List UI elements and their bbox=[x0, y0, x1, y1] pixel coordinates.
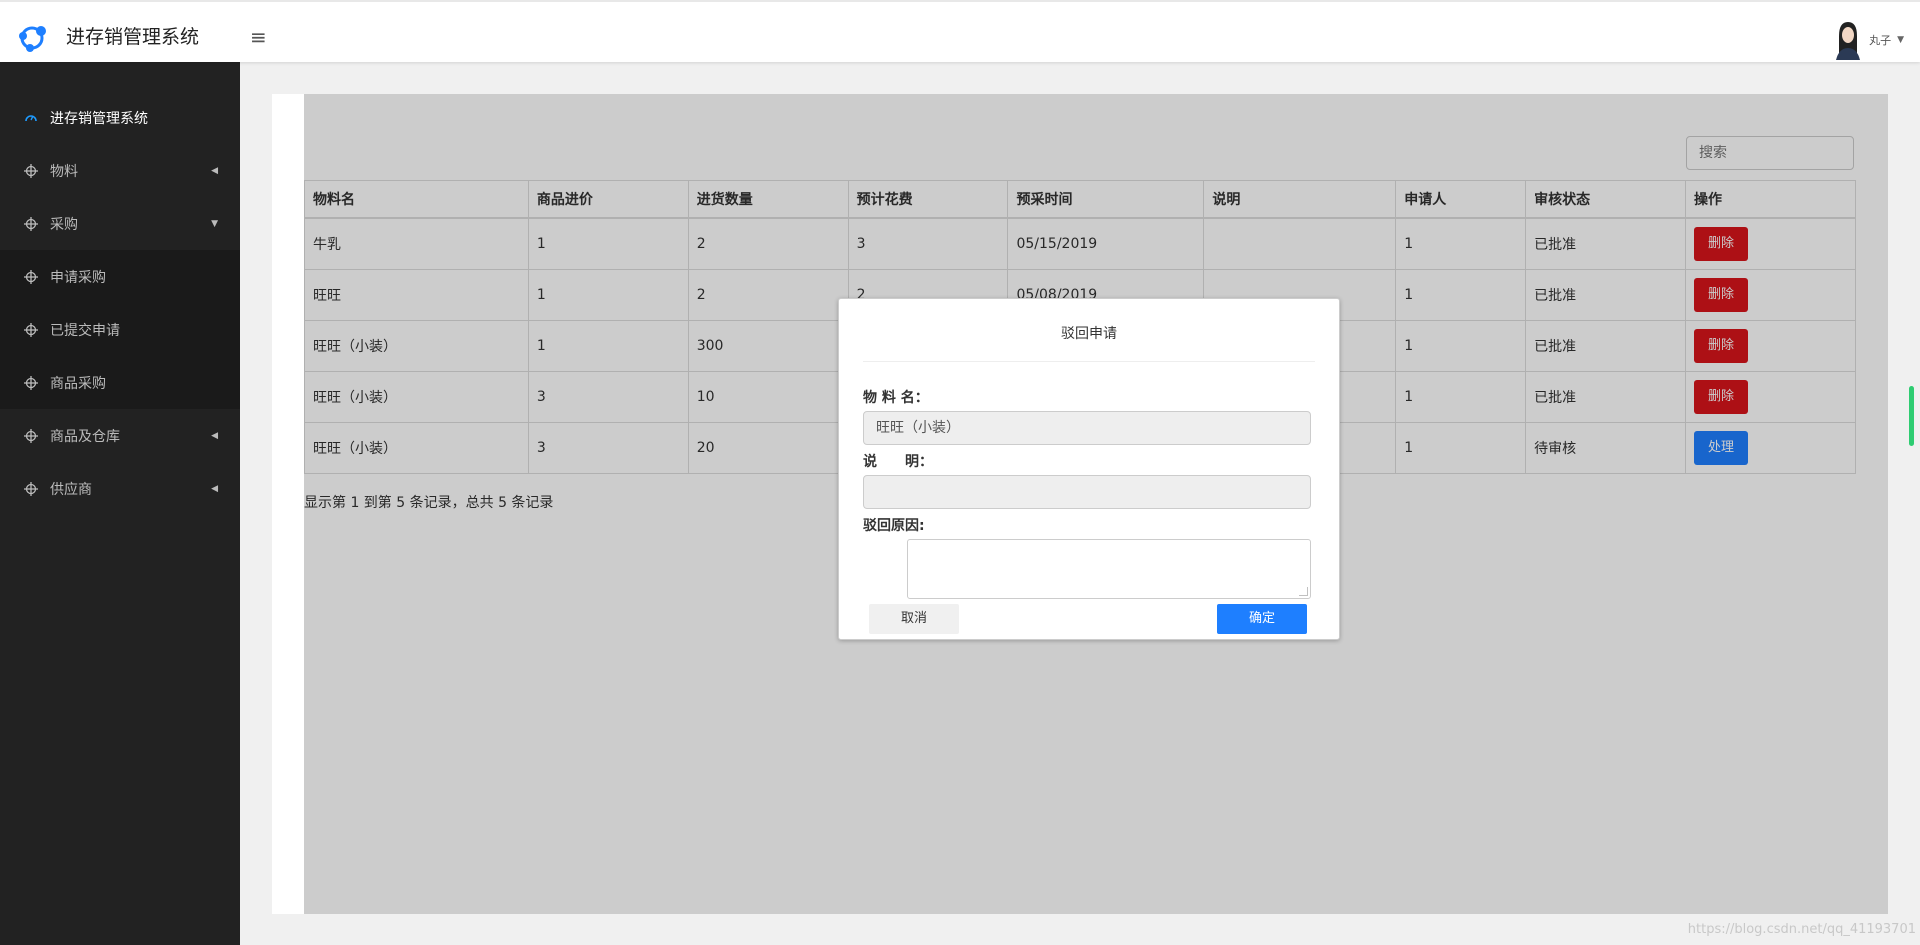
reason-textarea[interactable] bbox=[907, 539, 1311, 599]
app-title: 进存销管理系统 bbox=[66, 26, 200, 48]
sidebar-item-material[interactable]: 物料 ◀ bbox=[0, 144, 240, 197]
dialog-title: 驳回申请 bbox=[1061, 326, 1117, 342]
sidebar-item-dashboard[interactable]: 进存销管理系统 bbox=[0, 91, 240, 144]
material-label: 物 料 名： bbox=[863, 390, 929, 406]
sidebar-item-label: 申请采购 bbox=[50, 269, 106, 286]
sidebar-item-label: 供应商 bbox=[50, 481, 92, 498]
content-left-gutter bbox=[272, 94, 304, 914]
purchase-submenu: 申请采购 已提交申请 商品采购 bbox=[0, 250, 240, 409]
user-name: 丸子 bbox=[1869, 34, 1892, 47]
note-field[interactable] bbox=[863, 475, 1311, 509]
crosshair-icon bbox=[24, 428, 38, 443]
sidebar-item-purchase[interactable]: 采购 ▼ bbox=[0, 197, 240, 250]
chevron-left-icon: ◀ bbox=[211, 165, 218, 176]
sidebar-item-label: 已提交申请 bbox=[50, 322, 120, 339]
chevron-down-icon: ▼ bbox=[211, 218, 218, 229]
sidebar-item-supplier[interactable]: 供应商 ◀ bbox=[0, 462, 240, 515]
sidebar-item-label: 进存销管理系统 bbox=[50, 110, 148, 127]
note-label: 说 明： bbox=[863, 454, 933, 470]
reject-dialog: 驳回申请 物 料 名： 旺旺（小装） 说 明： 驳回原因: 取消 确定 bbox=[838, 298, 1340, 640]
cancel-button[interactable]: 取消 bbox=[869, 604, 959, 634]
scrollbar-thumb[interactable] bbox=[1909, 386, 1914, 446]
sidebar-item-label: 商品采购 bbox=[50, 375, 106, 392]
material-field[interactable]: 旺旺（小装） bbox=[863, 411, 1311, 445]
watermark: https://blog.csdn.net/qq_41193701 bbox=[1687, 922, 1916, 937]
confirm-button[interactable]: 确定 bbox=[1217, 604, 1307, 634]
sidebar-item-submitted[interactable]: 已提交申请 bbox=[0, 303, 240, 356]
sidebar-item-goods-purchase[interactable]: 商品采购 bbox=[0, 356, 240, 409]
sidebar: 进存销管理系统 物料 ◀ 采购 ▼ 申请采购 已提交申请 商品采购 商品及仓库 … bbox=[0, 62, 240, 945]
crosshair-icon bbox=[24, 216, 38, 231]
reason-label: 驳回原因: bbox=[863, 518, 925, 534]
chevron-left-icon: ◀ bbox=[211, 483, 218, 494]
crosshair-icon bbox=[24, 269, 38, 284]
crosshair-icon bbox=[24, 375, 38, 390]
crosshair-icon bbox=[24, 322, 38, 337]
crosshair-icon bbox=[24, 481, 38, 496]
app-logo-icon bbox=[19, 26, 46, 52]
sidebar-item-label: 物料 bbox=[50, 163, 78, 180]
sidebar-item-goods-warehouse[interactable]: 商品及仓库 ◀ bbox=[0, 409, 240, 462]
chevron-down-icon: ▼ bbox=[1897, 35, 1904, 45]
crosshair-icon bbox=[24, 163, 38, 178]
top-bar: 进存销管理系统 ≡ 丸子 ▼ bbox=[0, 0, 1920, 62]
resize-handle-icon[interactable] bbox=[1299, 587, 1308, 596]
avatar bbox=[1833, 20, 1864, 60]
sidebar-item-label: 商品及仓库 bbox=[50, 428, 120, 445]
sidebar-item-apply-purchase[interactable]: 申请采购 bbox=[0, 250, 240, 303]
divider bbox=[863, 361, 1315, 362]
sidebar-item-label: 采购 bbox=[50, 216, 78, 233]
user-menu[interactable]: 丸子 ▼ bbox=[1833, 20, 1904, 60]
dashboard-icon bbox=[25, 114, 37, 121]
menu-toggle-icon[interactable]: ≡ bbox=[250, 27, 267, 47]
chevron-left-icon: ◀ bbox=[211, 430, 218, 441]
